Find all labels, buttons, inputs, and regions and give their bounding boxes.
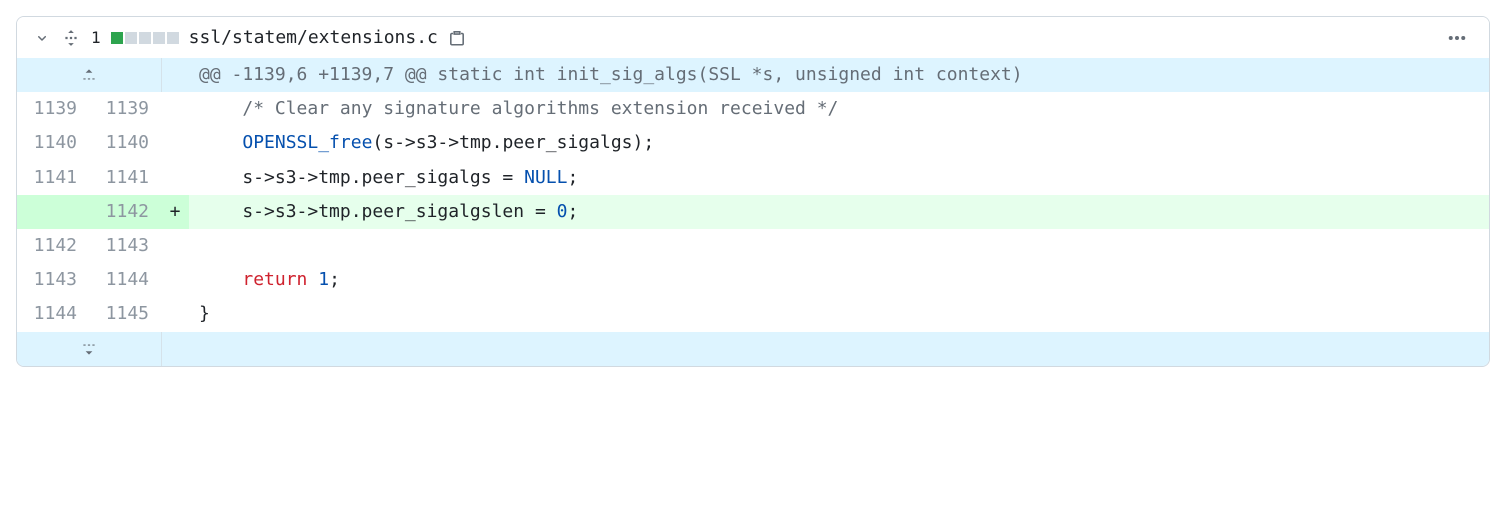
expand-down-button[interactable] (17, 332, 161, 366)
old-line-number[interactable]: 1139 (17, 92, 89, 126)
diffstat (111, 32, 179, 44)
diff-line-added: 1142 + s->s3->tmp.peer_sigalgslen = 0; (17, 195, 1489, 229)
old-line-number[interactable]: 1141 (17, 161, 89, 195)
chevron-down-icon (34, 30, 50, 46)
diffstat-added-block (111, 32, 123, 44)
hunk-header-row: @@ -1139,6 +1139,7 @@ static int init_si… (17, 58, 1489, 92)
diff-line: 1144 1145 } (17, 297, 1489, 331)
code-cell: } (189, 297, 1489, 331)
new-line-number[interactable]: 1143 (89, 229, 161, 263)
old-line-number[interactable]: 1143 (17, 263, 89, 297)
file-header: 1 ssl/statem/extensions.c (17, 17, 1489, 58)
new-line-number[interactable]: 1142 (89, 195, 161, 229)
unfold-icon (62, 29, 80, 47)
new-line-number[interactable]: 1141 (89, 161, 161, 195)
kebab-icon (1447, 28, 1467, 48)
hunk-footer-row (17, 332, 1489, 366)
diff-line: 1139 1139 /* Clear any signature algorit… (17, 92, 1489, 126)
diffstat-neutral-block (153, 32, 165, 44)
diff-line: 1140 1140 OPENSSL_free(s->s3->tmp.peer_s… (17, 126, 1489, 160)
diff-table: @@ -1139,6 +1139,7 @@ static int init_si… (17, 58, 1489, 366)
diff-line: 1142 1143 (17, 229, 1489, 263)
diff-line: 1143 1144 return 1; (17, 263, 1489, 297)
code-cell: s->s3->tmp.peer_sigalgs = NULL; (189, 161, 1489, 195)
old-line-number[interactable]: 1144 (17, 297, 89, 331)
copy-path-button[interactable] (448, 29, 466, 47)
expand-up-button[interactable] (17, 58, 161, 92)
change-count: 1 (91, 28, 101, 47)
new-line-number[interactable]: 1139 (89, 92, 161, 126)
hunk-header-text: @@ -1139,6 +1139,7 @@ static int init_si… (189, 58, 1489, 92)
old-line-number[interactable] (17, 195, 89, 229)
diffstat-neutral-block (167, 32, 179, 44)
collapse-toggle[interactable] (33, 29, 51, 47)
expand-up-icon (80, 66, 98, 84)
new-line-number[interactable]: 1145 (89, 297, 161, 331)
expand-all-icon[interactable] (61, 28, 81, 48)
diffstat-neutral-block (125, 32, 137, 44)
diffstat-neutral-block (139, 32, 151, 44)
code-cell: s->s3->tmp.peer_sigalgslen = 0; (189, 195, 1489, 229)
old-line-number[interactable]: 1142 (17, 229, 89, 263)
clipboard-icon (448, 29, 466, 47)
code-cell: /* Clear any signature algorithms extens… (189, 92, 1489, 126)
new-line-number[interactable]: 1144 (89, 263, 161, 297)
diff-line: 1141 1141 s->s3->tmp.peer_sigalgs = NULL… (17, 161, 1489, 195)
new-line-number[interactable]: 1140 (89, 126, 161, 160)
file-path[interactable]: ssl/statem/extensions.c (189, 27, 438, 48)
code-cell (189, 229, 1489, 263)
code-cell: OPENSSL_free(s->s3->tmp.peer_sigalgs); (189, 126, 1489, 160)
diff-file: 1 ssl/statem/extensions.c @@ - (16, 16, 1490, 367)
code-comment: /* Clear any signature algorithms extens… (242, 98, 838, 119)
expand-down-icon (80, 340, 98, 358)
file-actions-menu[interactable] (1441, 28, 1473, 48)
code-cell: return 1; (189, 263, 1489, 297)
old-line-number[interactable]: 1140 (17, 126, 89, 160)
